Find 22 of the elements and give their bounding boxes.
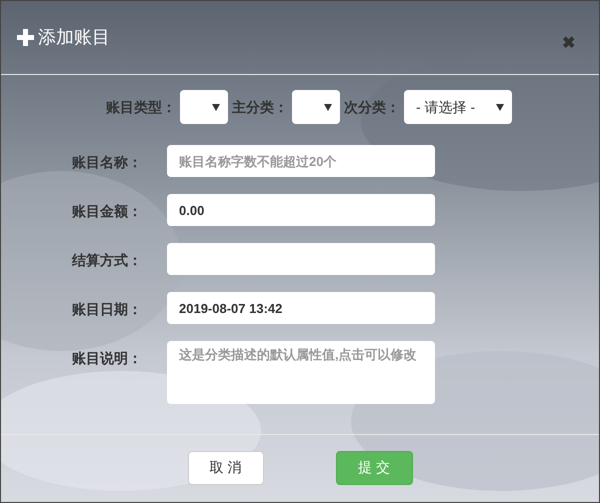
- dropdown[interactable]: - 请选择 -: [404, 90, 512, 124]
- caret-icon: [324, 104, 332, 110]
- dropdown[interactable]: [292, 90, 340, 124]
- field-label: 账目名称：: [71, 153, 143, 172]
- description-field[interactable]: 这是分类描述的默认属性值,点击可以修改: [167, 341, 435, 404]
- caret-icon: [496, 104, 504, 110]
- plus-icon: [17, 29, 34, 46]
- select-label: 主分类：: [232, 98, 288, 116]
- caret-icon: [212, 104, 220, 110]
- cancel-button[interactable]: 取 消: [188, 450, 264, 484]
- select-label: 账目类型：: [106, 98, 176, 116]
- input-field[interactable]: 0.00: [167, 194, 435, 226]
- dropdown[interactable]: [180, 90, 228, 124]
- field-label: 账目金额：: [71, 202, 143, 221]
- select-label: 次分类：: [344, 98, 400, 116]
- field-label: 结算方式：: [70, 251, 143, 270]
- field-label: 账目日期：: [71, 300, 143, 319]
- input-field[interactable]: 账目名称字数不能超过20个: [167, 145, 435, 177]
- field-label: 账目说明：: [71, 349, 143, 368]
- input-field[interactable]: 2019-08-07 13:42: [167, 292, 435, 324]
- input-field[interactable]: [167, 243, 435, 275]
- dialog-title: 添加账目: [38, 26, 110, 49]
